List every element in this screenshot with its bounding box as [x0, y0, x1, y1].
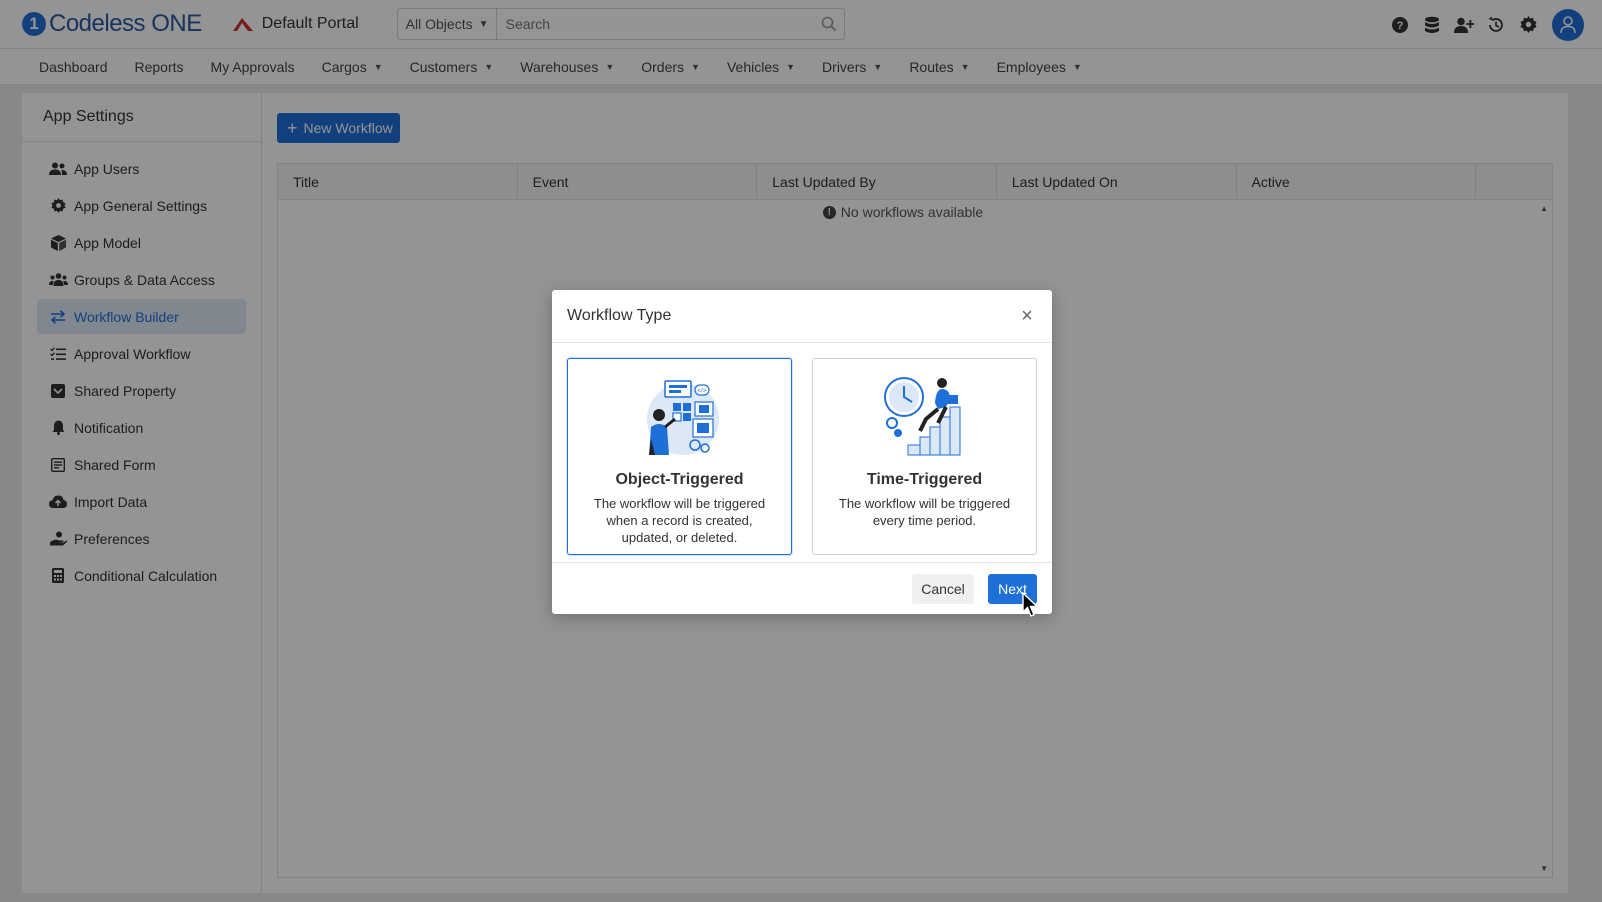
option-title: Time-Triggered: [866, 471, 983, 488]
dialog-footer: Cancel Next: [552, 562, 1052, 614]
option-object-triggered[interactable]: </> Object-Triggered The workflow will b…: [567, 358, 792, 555]
svg-text:</>: </>: [697, 389, 706, 395]
option-time-triggered[interactable]: Time-Triggered The workflow will be trig…: [812, 358, 1037, 555]
time-triggered-illustration-icon: [883, 377, 960, 456]
close-icon[interactable]: ×: [1017, 305, 1037, 327]
option-description: The workflow will be triggered when a re…: [593, 496, 766, 545]
dialog-title: Workflow Type: [567, 307, 672, 324]
workflow-type-dialog: Workflow Type × </> Object-Triggered The…: [552, 290, 1052, 614]
object-triggered-illustration-icon: </>: [646, 380, 719, 455]
cancel-button[interactable]: Cancel: [912, 573, 974, 604]
dialog-header: Workflow Type ×: [552, 290, 1052, 343]
option-description: The workflow will be triggered every tim…: [838, 496, 1011, 528]
option-title: Object-Triggered: [615, 471, 744, 488]
mouse-cursor-icon: [1022, 592, 1039, 617]
